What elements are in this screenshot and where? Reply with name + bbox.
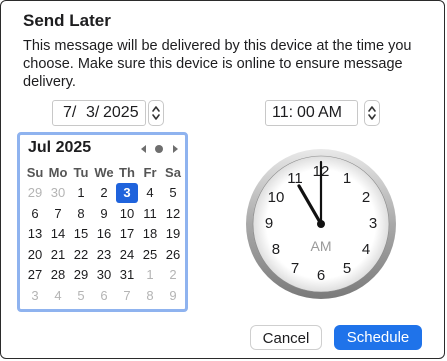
analog-clock[interactable]: AM 12 1 2 3 4 5 6 7 8 9 10 11	[245, 148, 397, 300]
calendar-day[interactable]: 6	[93, 286, 115, 306]
clock-number: 1	[342, 169, 352, 187]
calendar-day[interactable]: 6	[24, 204, 46, 224]
calendar-day[interactable]: 30	[93, 265, 115, 285]
stepper-arrows-icon	[368, 106, 376, 120]
time-hour-segment[interactable]: 11:	[272, 104, 293, 122]
weekday-header: Su	[26, 165, 44, 180]
calendar-day[interactable]: 11	[139, 204, 161, 224]
calendar-day[interactable]: 22	[70, 245, 92, 265]
clock-number: 4	[361, 241, 371, 258]
clock-number: 6	[316, 267, 326, 284]
calendar-month-label: Jul 2025	[28, 139, 92, 156]
calendar-day[interactable]: 3	[116, 183, 138, 203]
time-ampm-segment[interactable]: AM	[318, 104, 342, 122]
cancel-button[interactable]: Cancel	[250, 325, 322, 350]
time-field[interactable]: 11: 00 AM	[265, 100, 358, 126]
weekday-header: Tu	[73, 165, 89, 180]
calendar-day[interactable]: 18	[139, 224, 161, 244]
date-month-segment[interactable]: 7/	[63, 104, 76, 122]
calendar-day[interactable]: 23	[93, 245, 115, 265]
calendar-day[interactable]: 2	[162, 265, 184, 285]
calendar-day[interactable]: 20	[24, 245, 46, 265]
calendar-day[interactable]: 4	[47, 286, 69, 306]
calendar-day[interactable]: 24	[116, 245, 138, 265]
next-month-icon[interactable]	[171, 144, 179, 154]
time-minute-segment[interactable]: 00	[297, 104, 315, 122]
calendar-day[interactable]: 27	[24, 265, 46, 285]
clock-number: 11	[287, 169, 303, 187]
weekday-header: Mo	[48, 165, 68, 180]
date-stepper[interactable]	[148, 100, 164, 126]
calendar-day[interactable]: 15	[70, 224, 92, 244]
calendar-day[interactable]: 7	[47, 204, 69, 224]
calendar-day[interactable]: 2	[93, 183, 115, 203]
calendar-day[interactable]: 7	[116, 286, 138, 306]
weekday-header: Sa	[165, 165, 181, 180]
calendar-day[interactable]: 1	[139, 265, 161, 285]
date-year-segment[interactable]: 2025	[103, 104, 139, 122]
date-day-segment[interactable]: 3/	[86, 104, 99, 122]
calendar-day[interactable]: 4	[139, 183, 161, 203]
clock-number: 7	[290, 260, 300, 278]
dialog-title: Send Later	[23, 11, 111, 30]
weekday-header: Fr	[143, 165, 157, 180]
time-stepper[interactable]	[364, 100, 380, 126]
calendar-day[interactable]: 5	[162, 183, 184, 203]
previous-month-icon[interactable]	[140, 144, 148, 154]
calendar-day[interactable]: 8	[139, 286, 161, 306]
calendar-day[interactable]: 21	[47, 245, 69, 265]
stepper-arrows-icon	[152, 106, 160, 120]
weekday-header: We	[94, 165, 114, 180]
weekday-header: Th	[119, 165, 135, 180]
dialog-message: This message will be delivered by this d…	[23, 38, 412, 90]
today-dot-icon[interactable]	[154, 144, 164, 154]
calendar-day[interactable]: 26	[162, 245, 184, 265]
calendar-day[interactable]: 16	[93, 224, 115, 244]
clock-number: 8	[271, 241, 281, 258]
send-later-dialog: Send Later This message will be delivere…	[0, 0, 445, 359]
calendar-day[interactable]: 5	[70, 286, 92, 306]
clock-number: 5	[342, 260, 352, 278]
clock-number: 10	[267, 189, 285, 206]
calendar-day[interactable]: 29	[24, 183, 46, 203]
calendar-day[interactable]: 9	[162, 286, 184, 306]
calendar-day[interactable]: 10	[116, 204, 138, 224]
calendar-day[interactable]: 13	[24, 224, 46, 244]
calendar[interactable]: Jul 2025 Su Mo Tu We Th Fr Sa 29 30 1 2 3 4 5 6 7 8 9 10 11…	[17, 132, 188, 312]
calendar-day[interactable]: 31	[116, 265, 138, 285]
clock-center-pin	[317, 220, 325, 228]
calendar-day[interactable]: 12	[162, 204, 184, 224]
calendar-day[interactable]: 14	[47, 224, 69, 244]
clock-number: 9	[264, 215, 274, 232]
calendar-day[interactable]: 8	[70, 204, 92, 224]
date-field[interactable]: 7/ 3/ 2025	[52, 100, 146, 126]
calendar-day[interactable]: 1	[70, 183, 92, 203]
schedule-button[interactable]: Schedule	[334, 325, 422, 350]
calendar-day[interactable]: 17	[116, 224, 138, 244]
calendar-day[interactable]: 28	[47, 265, 69, 285]
calendar-day[interactable]: 29	[70, 265, 92, 285]
calendar-day[interactable]: 9	[93, 204, 115, 224]
calendar-day[interactable]: 25	[139, 245, 161, 265]
calendar-day[interactable]: 30	[47, 183, 69, 203]
calendar-day[interactable]: 3	[24, 286, 46, 306]
clock-number: 3	[368, 215, 378, 232]
calendar-day[interactable]: 19	[162, 224, 184, 244]
clock-number: 12	[312, 163, 330, 180]
clock-number: 2	[361, 189, 371, 206]
